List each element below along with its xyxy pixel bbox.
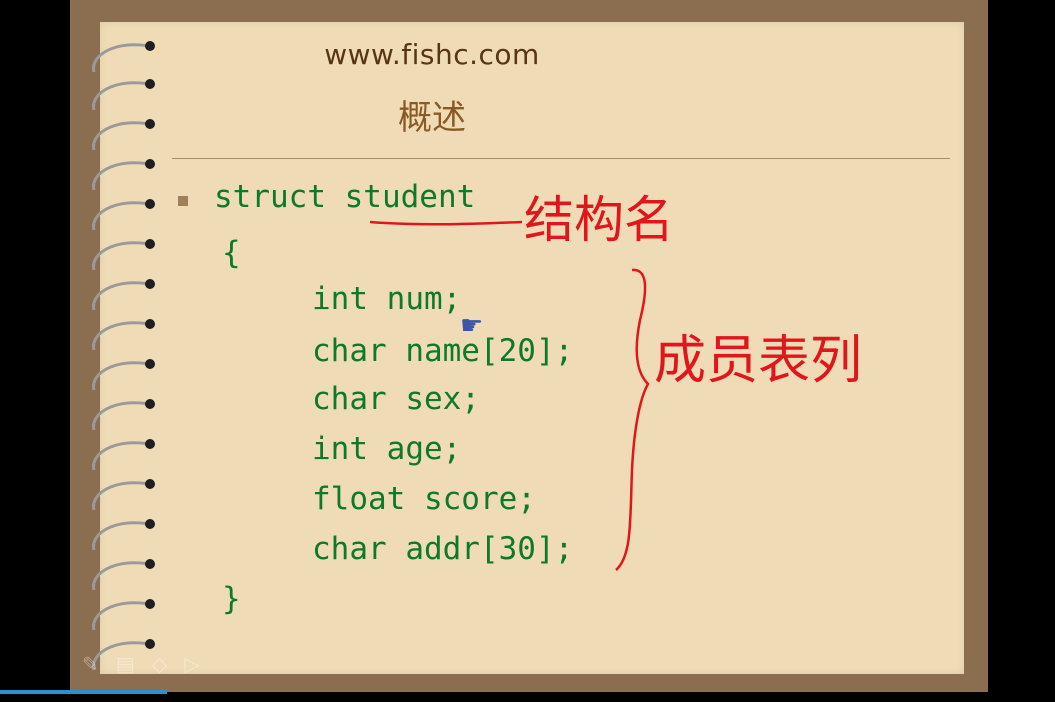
hand-cursor-icon: ☛ bbox=[460, 311, 484, 341]
member-list-annotation: 成员表列 bbox=[654, 331, 863, 391]
brace-stroke bbox=[615, 268, 650, 571]
struct-name-annotation: 结构名 bbox=[524, 191, 674, 249]
annotation-toolbar[interactable]: ✎ ▤ ◇ ▷ bbox=[82, 652, 262, 682]
pointer-icon[interactable]: ▷ bbox=[184, 652, 199, 676]
highlighter-icon[interactable]: ◇ bbox=[152, 652, 167, 676]
underline-stroke bbox=[369, 220, 523, 226]
pen-icon[interactable]: ✎ bbox=[82, 652, 99, 676]
eraser-icon[interactable]: ▤ bbox=[116, 652, 135, 676]
ink-annotations bbox=[369, 220, 650, 571]
progress-accent bbox=[0, 690, 167, 694]
